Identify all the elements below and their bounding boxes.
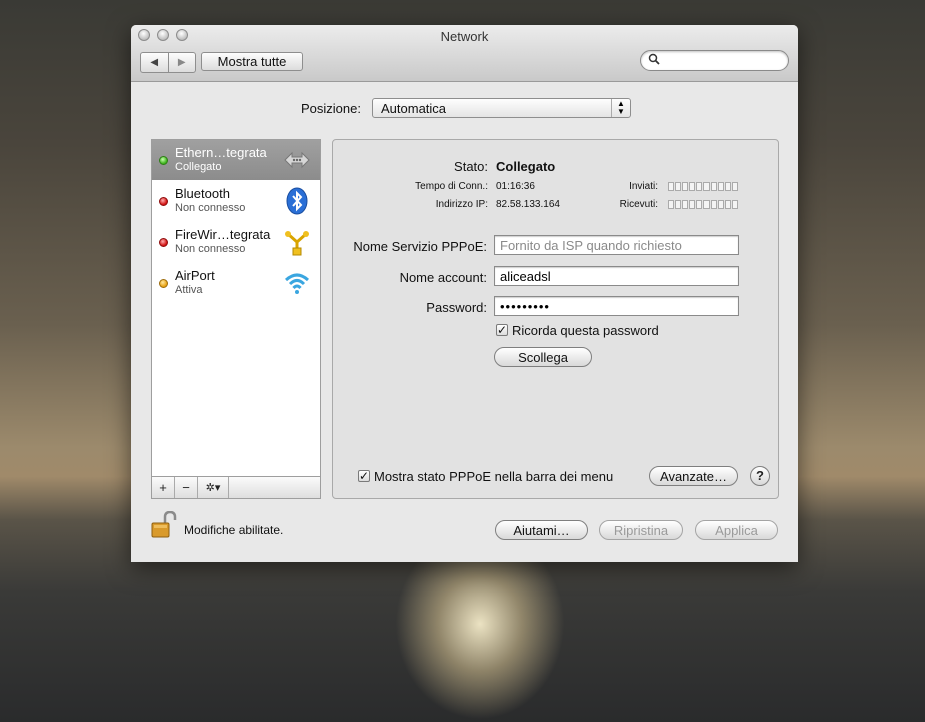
apply-button[interactable]: Applica	[695, 520, 778, 540]
status-dot-icon	[159, 279, 168, 288]
service-list: Ethern…tegrata Collegato Bluetooth Non c…	[151, 139, 321, 499]
advanced-button[interactable]: Avanzate…	[649, 466, 738, 486]
service-name: AirPort	[175, 268, 215, 283]
service-status: Attiva	[175, 284, 203, 296]
status-label: Stato:	[454, 159, 488, 174]
service-item-ethernet[interactable]: Ethern…tegrata Collegato	[152, 140, 320, 180]
status-dot-icon	[159, 238, 168, 247]
account-label: Nome account:	[399, 270, 487, 285]
service-item-bluetooth[interactable]: Bluetooth Non connesso	[152, 181, 320, 221]
search-input[interactable]	[663, 53, 785, 69]
window-title: Network	[440, 29, 489, 44]
back-button[interactable]: ◀	[141, 53, 168, 72]
triangle-right-icon: ▶	[177, 57, 186, 68]
received-label: Ricevuti:	[619, 199, 658, 210]
remember-password-label: Ricorda questa password	[512, 323, 659, 338]
show-all-button[interactable]: Mostra tutte	[201, 52, 303, 71]
service-name: Bluetooth	[175, 186, 230, 201]
wifi-icon	[283, 269, 311, 297]
gear-menu-button[interactable]: ✲▾	[198, 477, 229, 498]
status-dot-icon	[159, 156, 168, 165]
status-value: Collegato	[496, 159, 556, 174]
triangle-left-icon: ◀	[150, 57, 159, 68]
firewire-icon	[283, 228, 311, 256]
service-name: FireWir…tegrata	[175, 227, 271, 242]
add-service-button[interactable]: +	[152, 477, 175, 498]
show-pppoe-status-label: Mostra stato PPPoE nella barra dei menu	[374, 469, 614, 484]
remove-service-button[interactable]: −	[175, 477, 198, 498]
remember-password-checkbox[interactable]: ✓	[496, 324, 508, 336]
assist-me-button[interactable]: Aiutami…	[495, 520, 588, 540]
disconnect-button[interactable]: Scollega	[494, 347, 592, 367]
bluetooth-icon	[283, 187, 311, 215]
conn-time-label: Tempo di Conn.:	[415, 181, 488, 192]
ip-label: Indirizzo IP:	[435, 199, 488, 210]
service-name: Ethern…tegrata	[175, 145, 267, 160]
status-dot-icon	[159, 197, 168, 206]
password-label: Password:	[426, 300, 487, 315]
account-input[interactable]: aliceadsl	[494, 266, 739, 286]
sun-reflection	[395, 560, 565, 720]
location-select[interactable]: Automatica ▲ ▼	[372, 98, 631, 118]
network-preferences-window: Network ◀ ▶ Mostra tutte Posizione: Auto…	[131, 25, 798, 562]
revert-button[interactable]: Ripristina	[599, 520, 683, 540]
location-value: Automatica	[381, 101, 447, 116]
ethernet-icon	[283, 146, 311, 174]
received-meter	[668, 200, 738, 209]
service-status: Collegato	[175, 161, 222, 173]
updown-arrows-icon: ▲ ▼	[611, 99, 630, 117]
password-input[interactable]: •••••••••	[494, 296, 739, 316]
unlocked-padlock-icon[interactable]	[150, 510, 178, 539]
service-status: Non connesso	[175, 243, 246, 255]
ip-value: 82.58.133.164	[496, 199, 560, 210]
search-icon	[648, 53, 660, 68]
lock-status-text: Modifiche abilitate.	[184, 523, 284, 537]
forward-button[interactable]: ▶	[167, 53, 196, 72]
location-label: Posizione:	[301, 101, 361, 116]
service-item-airport[interactable]: AirPort Attiva	[152, 263, 320, 303]
sent-meter	[668, 182, 738, 191]
back-forward-group: ◀ ▶	[140, 52, 196, 73]
search-field[interactable]	[640, 50, 789, 71]
pppoe-service-label: Nome Servizio PPPoE:	[353, 239, 487, 254]
service-list-toolbar: + − ✲▾	[151, 476, 321, 499]
pppoe-service-input[interactable]: Fornito da ISP quando richiesto	[494, 235, 739, 255]
sent-label: Inviati:	[629, 181, 658, 192]
conn-time-value: 01:16:36	[496, 181, 535, 192]
help-button[interactable]: ?	[750, 466, 770, 486]
detail-panel: Stato: Collegato Tempo di Conn.: 01:16:3…	[332, 139, 779, 499]
toolbar: Network ◀ ▶ Mostra tutte	[131, 25, 798, 82]
service-status: Non connesso	[175, 202, 246, 214]
service-item-firewire[interactable]: FireWir…tegrata Non connesso	[152, 222, 320, 262]
show-pppoe-status-checkbox[interactable]: ✓	[358, 470, 370, 482]
